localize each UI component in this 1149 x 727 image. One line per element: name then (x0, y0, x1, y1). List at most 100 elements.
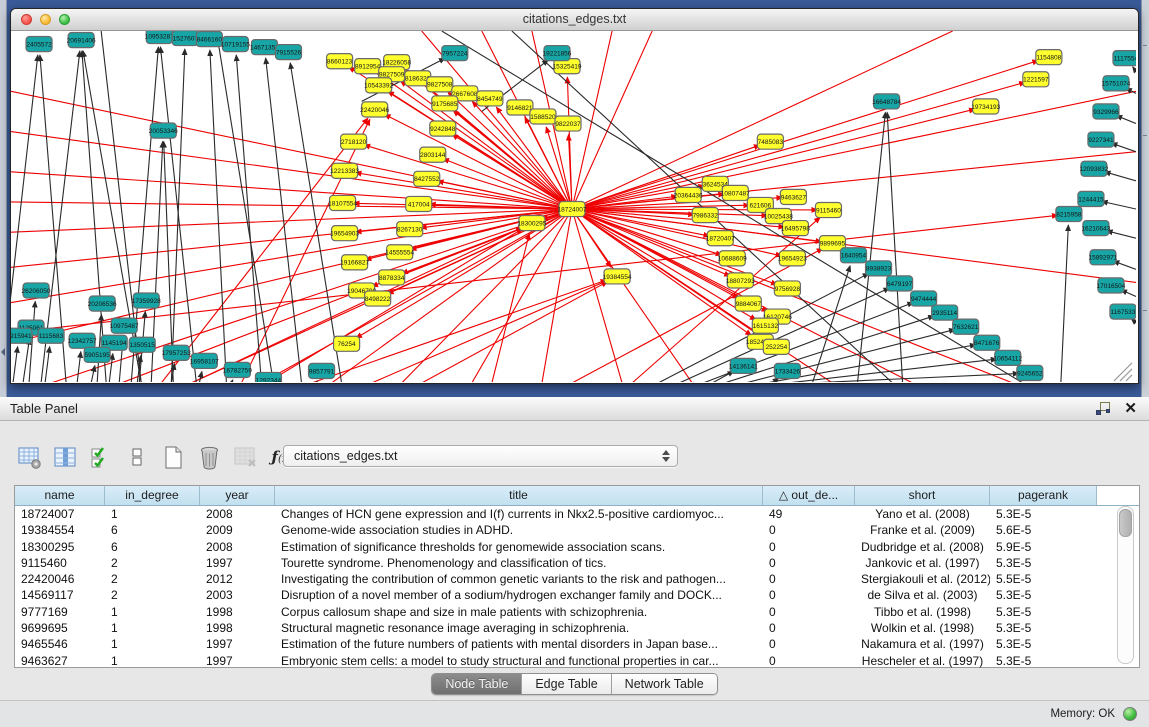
graph-node[interactable]: 9822037 (555, 116, 581, 131)
cell-title[interactable]: Embryonic stem cells: a model to study s… (275, 653, 763, 669)
cell-short[interactable]: Wolkin et al. (1998) (855, 620, 990, 636)
graph-node[interactable]: 9175685 (432, 96, 458, 111)
graph-node[interactable]: 10953287 (145, 31, 174, 44)
graph-node[interactable]: 1115683 (38, 328, 64, 343)
graph-node[interactable]: 18807293 (726, 273, 755, 288)
cell-short[interactable]: Yano et al. (2008) (855, 506, 990, 522)
cell-out_degree[interactable]: 0 (763, 571, 855, 587)
graph-node[interactable]: 17016504 (1096, 278, 1125, 293)
cell-short[interactable]: Jankovic et al. (1997) (855, 555, 990, 571)
float-panel-icon[interactable] (1096, 402, 1110, 415)
cell-title[interactable]: Changes of HCN gene expression and I(f) … (275, 506, 763, 522)
cell-pagerank[interactable]: 5.3E-5 (990, 604, 1097, 620)
graph-node[interactable]: 17957253 (162, 345, 191, 360)
graph-node[interactable]: 19384554 (603, 269, 632, 284)
network-canvas[interactable]: 1872400786601238912954182260589827509818… (11, 31, 1136, 382)
graph-node[interactable]: 417004 (406, 196, 432, 211)
graph-node[interactable]: 1167533 (1110, 304, 1136, 319)
left-splitter[interactable] (0, 0, 7, 397)
graph-node[interactable]: 1615132 (752, 318, 778, 333)
graph-node[interactable]: 1117554 (1113, 51, 1136, 66)
network-graph[interactable]: 1872400786601238912954182260589827509818… (11, 31, 1136, 382)
cell-title[interactable]: Disruption of a novel member of a sodium… (275, 587, 763, 603)
cell-short[interactable]: de Silva et al. (2003) (855, 587, 990, 603)
cell-in_degree[interactable]: 1 (105, 653, 200, 669)
graph-node[interactable]: 8466160 (196, 32, 222, 47)
cell-pagerank[interactable]: 5.5E-5 (990, 571, 1097, 587)
column-header-year[interactable]: year (200, 486, 275, 505)
column-header-title[interactable]: title (275, 486, 763, 505)
graph-node[interactable]: 10688609 (718, 251, 747, 266)
cell-name[interactable]: 9463627 (15, 653, 105, 669)
vertical-scrollbar[interactable] (1117, 506, 1134, 664)
graph-node[interactable]: 19654903 (330, 226, 359, 241)
cell-year[interactable]: 2009 (200, 522, 275, 538)
table-row[interactable]: 946554611997Estimation of the future num… (15, 636, 1139, 652)
column-header-pagerank[interactable]: pagerank (990, 486, 1097, 505)
cell-out_degree[interactable]: 0 (763, 539, 855, 555)
cell-in_degree[interactable]: 1 (105, 620, 200, 636)
cell-in_degree[interactable]: 1 (105, 506, 200, 522)
table-row[interactable]: 1830029562008Estimation of significance … (15, 539, 1139, 555)
cell-pagerank[interactable]: 5.3E-5 (990, 506, 1097, 522)
table-row[interactable]: 1938455462009Genome-wide association stu… (15, 522, 1139, 538)
cell-in_degree[interactable]: 6 (105, 539, 200, 555)
cell-in_degree[interactable]: 1 (105, 636, 200, 652)
graph-node[interactable]: 19734193 (971, 99, 1000, 114)
scrollbar-thumb[interactable] (1119, 509, 1132, 537)
cell-short[interactable]: Franke et al. (2009) (855, 522, 990, 538)
graph-node[interactable]: 1733426 (774, 363, 800, 378)
cell-pagerank[interactable]: 5.3E-5 (990, 555, 1097, 571)
cell-pagerank[interactable]: 5.3E-5 (990, 620, 1097, 636)
cell-year[interactable]: 2003 (200, 587, 275, 603)
graph-node[interactable]: 20691406 (67, 33, 96, 48)
graph-node[interactable]: 7957224 (442, 46, 468, 61)
graph-node[interactable]: 8498222 (365, 291, 391, 306)
graph-node[interactable]: 8660123 (327, 54, 353, 69)
graph-node[interactable]: 8427552 (414, 171, 440, 186)
graph-node[interactable]: 7915526 (275, 45, 301, 60)
cell-out_degree[interactable]: 0 (763, 522, 855, 538)
graph-node[interactable]: 9827508 (427, 77, 453, 92)
cell-name[interactable]: 9465546 (15, 636, 105, 652)
table-mode-icon[interactable] (16, 444, 43, 471)
cell-title[interactable]: Genome-wide association studies in ADHD. (275, 522, 763, 538)
table-row[interactable]: 977716911998Corpus callosum shape and si… (15, 604, 1139, 620)
table-row[interactable]: 2242004622012Investigating the contribut… (15, 571, 1139, 587)
graph-node[interactable]: 20364436 (674, 187, 703, 202)
column-header-short[interactable]: short (855, 486, 990, 505)
table-selector-dropdown[interactable]: citations_edges.txt (283, 445, 678, 467)
graph-node[interactable]: 10975487 (110, 318, 139, 333)
table-row[interactable]: 1872400712008Changes of HCN gene express… (15, 506, 1139, 522)
select-columns-icon[interactable] (88, 444, 115, 471)
cell-out_degree[interactable]: 0 (763, 653, 855, 669)
cell-year[interactable]: 1997 (200, 555, 275, 571)
graph-node[interactable]: 14555554 (385, 245, 414, 260)
graph-node[interactable]: 12213383 (330, 163, 359, 178)
graph-node[interactable]: 17359928 (132, 293, 161, 308)
graph-node[interactable]: 8912954 (355, 59, 381, 74)
graph-node[interactable]: 18300295 (517, 216, 546, 231)
graph-node[interactable]: 10654112 (994, 350, 1023, 365)
graph-node[interactable]: 1527607 (172, 31, 198, 46)
cell-name[interactable]: 9699695 (15, 620, 105, 636)
tab-edge-table[interactable]: Edge Table (522, 674, 611, 694)
graph-node[interactable]: 8267130 (397, 222, 423, 237)
cell-pagerank[interactable]: 5.9E-5 (990, 539, 1097, 555)
graph-node[interactable]: 9227341 (1088, 132, 1114, 147)
graph-node[interactable]: 8454749 (477, 91, 503, 106)
cell-title[interactable]: Estimation of significance thresholds fo… (275, 539, 763, 555)
cell-name[interactable]: 14569117 (15, 587, 105, 603)
graph-node[interactable]: 252254 (763, 339, 789, 354)
column-header-name[interactable]: name (15, 486, 105, 505)
cell-out_degree[interactable]: 0 (763, 555, 855, 571)
cell-year[interactable]: 2012 (200, 571, 275, 587)
graph-node[interactable]: 7632621 (953, 319, 979, 334)
graph-node[interactable]: 16648784 (872, 94, 901, 109)
graph-node[interactable]: 6479197 (887, 276, 913, 291)
graph-node[interactable]: 15892971 (1088, 250, 1117, 265)
graph-node[interactable]: 7485083 (757, 134, 783, 149)
cell-year[interactable]: 1998 (200, 604, 275, 620)
cell-out_degree[interactable]: 49 (763, 506, 855, 522)
graph-node[interactable]: 2803144 (420, 147, 446, 162)
